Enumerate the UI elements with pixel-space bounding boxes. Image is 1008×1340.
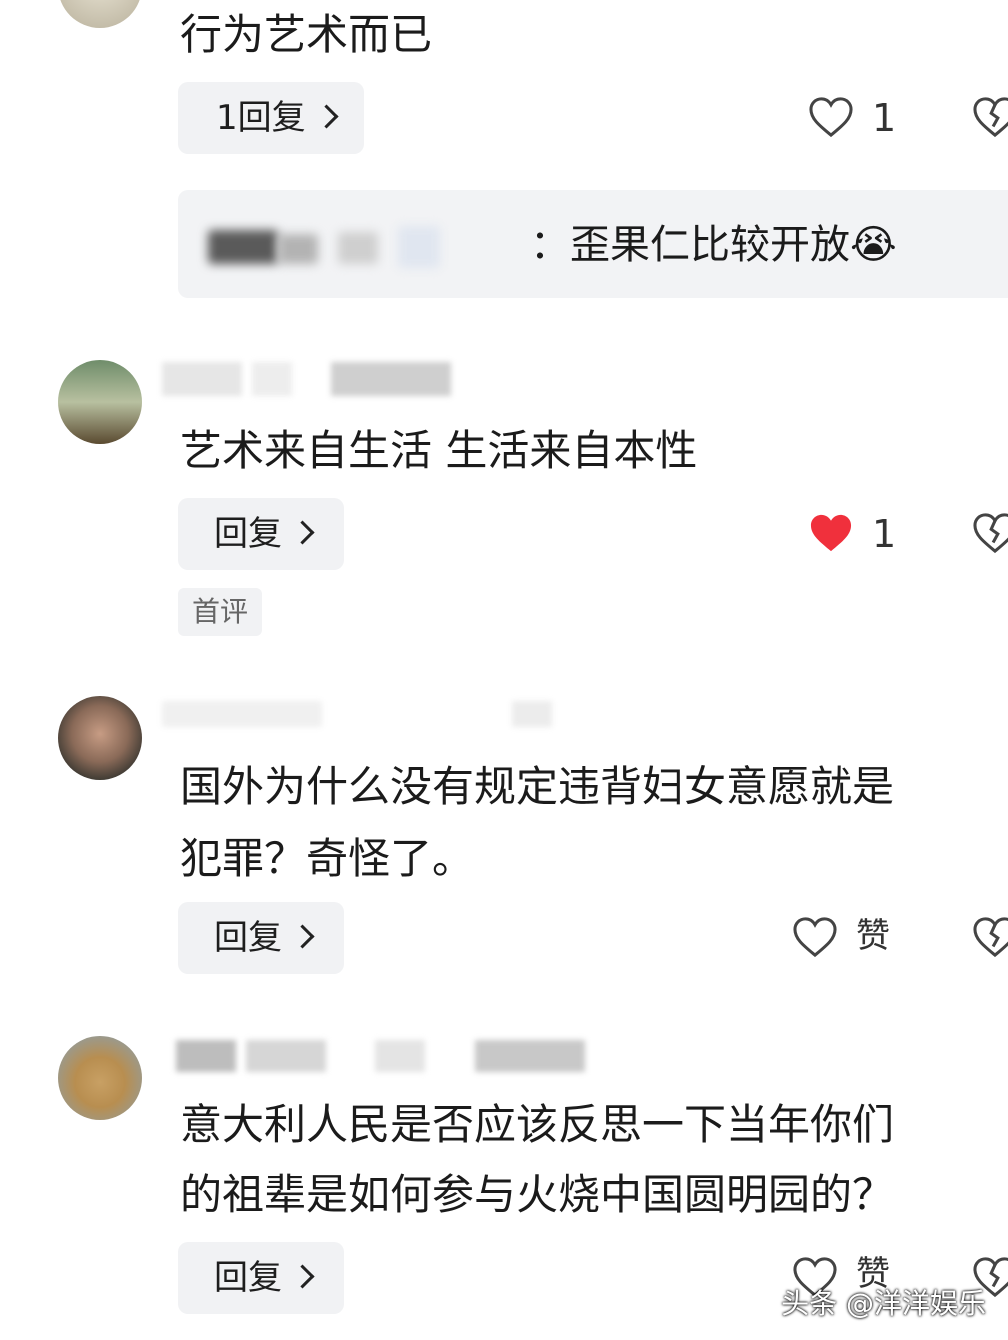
- dislike-icon[interactable]: [972, 96, 1008, 138]
- avatar[interactable]: [58, 360, 142, 444]
- avatar[interactable]: [58, 1036, 142, 1120]
- chevron-right-icon: [314, 104, 339, 129]
- watermark: 头条 @洋洋娱乐: [781, 1287, 986, 1320]
- avatar[interactable]: [58, 0, 142, 28]
- like-label: 赞: [856, 916, 890, 956]
- sub-reply-card[interactable]: ：歪果仁比较开放😭: [178, 190, 1008, 298]
- like-count: 1: [872, 96, 897, 140]
- reply-button[interactable]: 回复: [178, 1242, 344, 1314]
- sub-reply-user-blur: [278, 234, 318, 264]
- like-heart-icon[interactable]: [792, 916, 838, 958]
- comment-meta-blur: [162, 700, 552, 734]
- dislike-icon[interactable]: [972, 512, 1008, 554]
- reply-label: 回复: [214, 1258, 282, 1298]
- dislike-icon[interactable]: [972, 916, 1008, 958]
- comment-meta-blur: [162, 362, 542, 402]
- sub-reply-text: ：歪果仁比较开放😭: [530, 222, 897, 268]
- sub-reply-user-blur: [208, 230, 278, 264]
- chevron-right-icon: [290, 924, 315, 949]
- reply-button[interactable]: 回复: [178, 498, 344, 570]
- chevron-right-icon: [290, 1264, 315, 1289]
- crying-emoji: 😭: [850, 222, 897, 268]
- comment-text-line-1: 意大利人民是否应该反思一下当年你们: [180, 1100, 895, 1149]
- comment-meta-blur: [176, 1040, 666, 1080]
- reply-button[interactable]: 1回复: [178, 82, 364, 154]
- reply-label: 1回复: [216, 98, 306, 138]
- comment-text: 艺术来自生活 生活来自本性: [180, 426, 698, 475]
- sub-reply-user-blur: [398, 226, 440, 268]
- comment-text-line-2: 的祖辈是如何参与火烧中国圆明园的？: [180, 1170, 895, 1219]
- sub-reply-user-blur: [338, 232, 378, 264]
- comment-text-line-1: 国外为什么没有规定违背妇女意愿就是: [180, 762, 895, 811]
- reply-label: 回复: [214, 918, 282, 958]
- like-heart-icon[interactable]: [808, 96, 854, 138]
- comment-text-line-2: 犯罪？奇怪了。: [180, 834, 475, 883]
- chevron-right-icon: [290, 520, 315, 545]
- first-comment-tag: 首评: [178, 588, 262, 636]
- like-heart-icon[interactable]: [808, 512, 854, 554]
- reply-button[interactable]: 回复: [178, 902, 344, 974]
- comment-text: 行为艺术而已: [180, 10, 433, 59]
- avatar[interactable]: [58, 696, 142, 780]
- reply-label: 回复: [214, 514, 282, 554]
- like-count: 1: [872, 512, 897, 556]
